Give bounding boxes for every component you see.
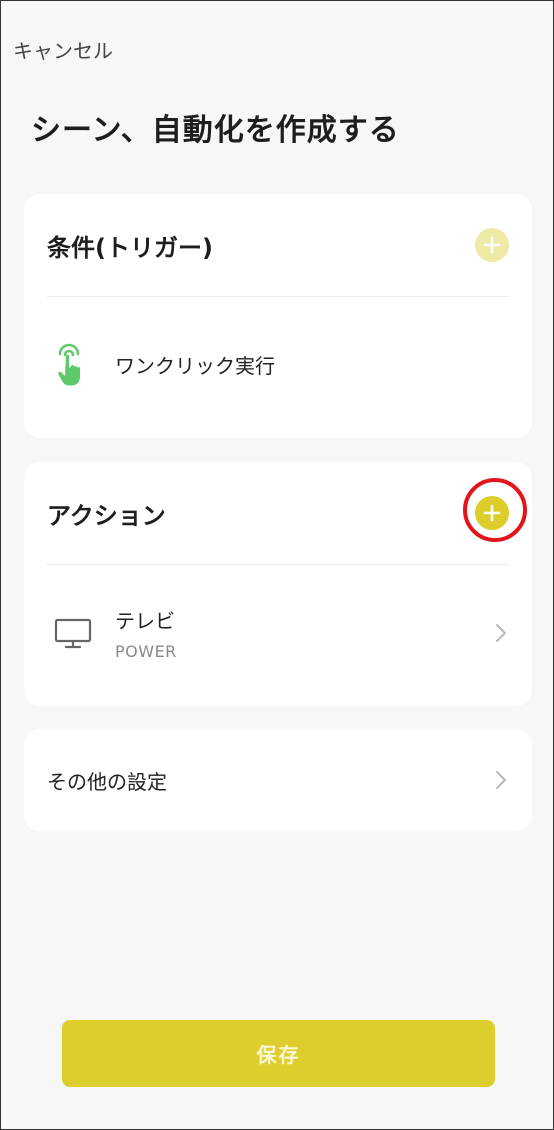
tap-hand-icon bbox=[58, 343, 80, 386]
action-item-tv[interactable]: テレビ POWER bbox=[47, 598, 509, 668]
other-settings-row[interactable]: その他の設定 bbox=[47, 729, 509, 831]
trigger-card: 条件(トリガー) ワンクリック実行 bbox=[24, 194, 532, 438]
chevron-right-icon bbox=[496, 771, 506, 789]
save-button[interactable]: 保存 bbox=[62, 1020, 495, 1087]
trigger-card-title: 条件(トリガー) bbox=[47, 234, 213, 262]
plus-icon bbox=[483, 236, 501, 254]
action-item-title: テレビ bbox=[115, 609, 175, 633]
page-title: シーン、自動化を作成する bbox=[31, 113, 400, 148]
action-card-header: アクション bbox=[47, 462, 527, 565]
trigger-card-header: 条件(トリガー) bbox=[47, 194, 509, 297]
trigger-item-one-click[interactable]: ワンクリック実行 bbox=[47, 334, 509, 394]
add-action-button[interactable] bbox=[475, 496, 509, 530]
trigger-item-label: ワンクリック実行 bbox=[115, 353, 275, 378]
plus-icon bbox=[483, 504, 501, 522]
chevron-right-icon bbox=[496, 624, 506, 642]
other-settings-label: その他の設定 bbox=[47, 769, 167, 794]
action-card-title: アクション bbox=[47, 502, 166, 530]
add-trigger-button[interactable] bbox=[475, 228, 509, 262]
tv-icon bbox=[54, 618, 92, 649]
action-item-subtitle: POWER bbox=[115, 642, 177, 661]
action-card: アクション テレビ POWER bbox=[24, 462, 532, 706]
other-settings-card[interactable]: その他の設定 bbox=[24, 729, 532, 831]
cancel-button[interactable]: キャンセル bbox=[13, 35, 113, 64]
